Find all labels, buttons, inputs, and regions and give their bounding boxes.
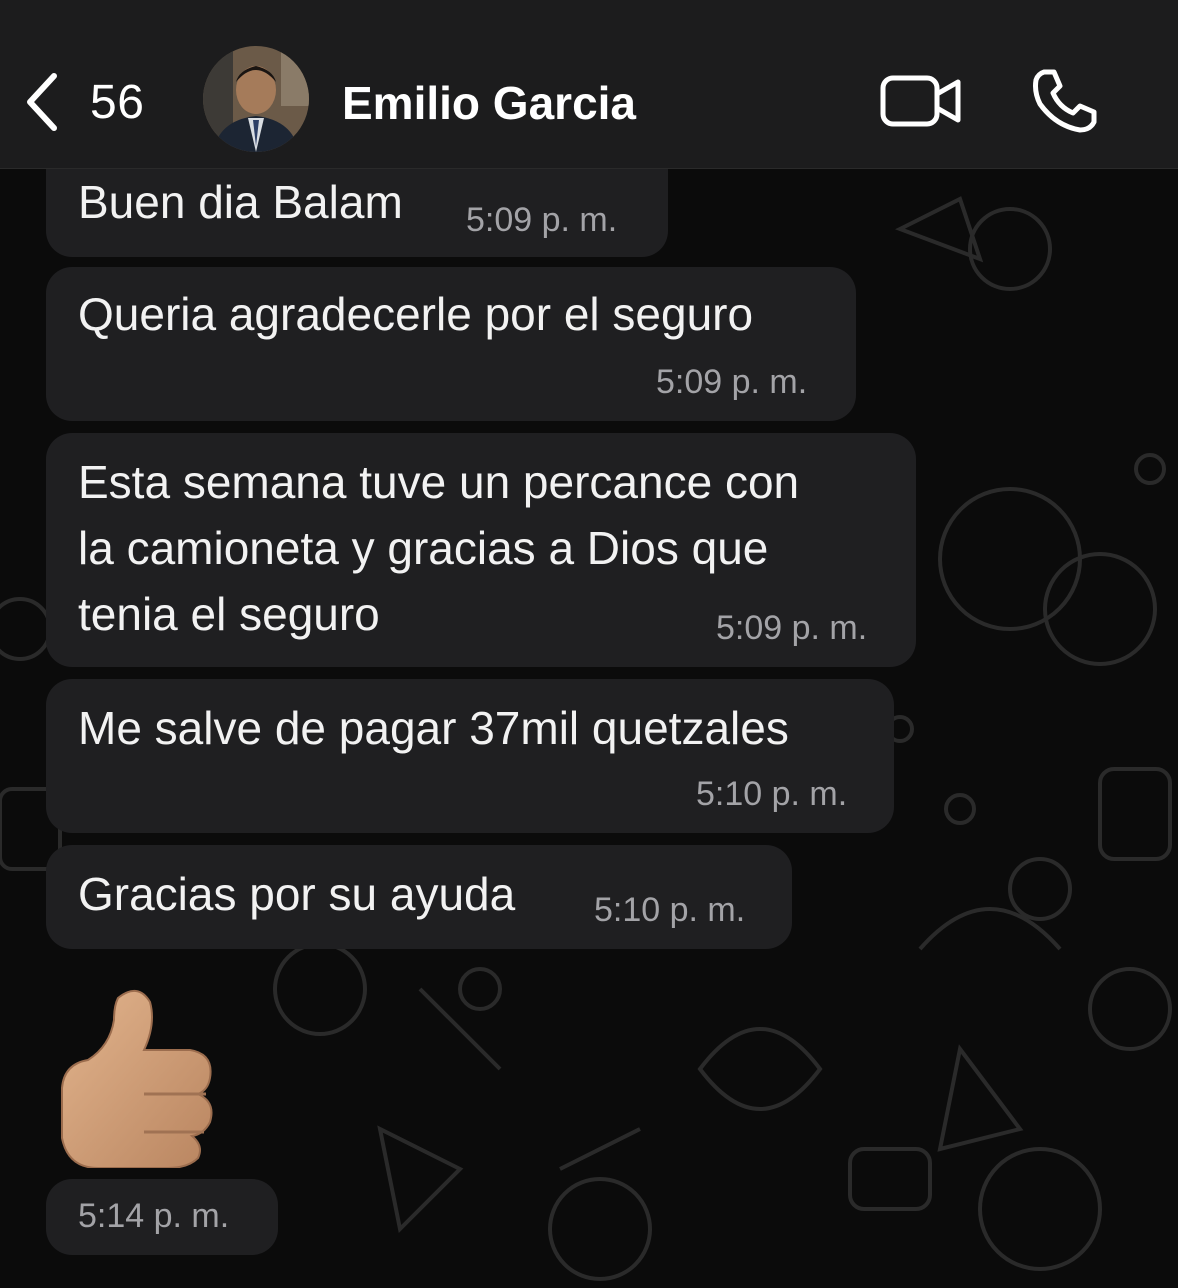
avatar-photo: [203, 46, 309, 152]
message-time: 5:10 p. m.: [594, 891, 746, 929]
message-bubble[interactable]: Queria agradecerle por el seguro 5:09 p.…: [46, 267, 856, 421]
video-call-button[interactable]: [880, 72, 962, 130]
message-time: 5:10 p. m.: [696, 775, 848, 813]
contact-avatar[interactable]: [203, 46, 309, 152]
contact-name[interactable]: Emilio Garcia: [342, 76, 636, 130]
message-bubble[interactable]: Gracias por su ayuda 5:10 p. m.: [46, 845, 792, 949]
thumbs-up-emoji[interactable]: [58, 984, 234, 1168]
message-text-line: Esta semana tuve un percance con: [78, 456, 800, 508]
chevron-left-icon: [27, 73, 57, 131]
message-time: 5:14 p. m.: [78, 1197, 230, 1235]
message-time: 5:09 p. m.: [716, 609, 868, 647]
message-bubble[interactable]: Buen dia Balam 5:09 p. m.: [46, 169, 668, 257]
message-time: 5:09 p. m.: [466, 201, 618, 239]
message-text-line: tenia el seguro: [78, 588, 380, 640]
message-time: 5:09 p. m.: [656, 363, 808, 401]
message-bubble[interactable]: 5:14 p. m.: [46, 1179, 278, 1255]
message-text: Buen dia Balam: [78, 176, 403, 228]
message-bubble[interactable]: Esta semana tuve un percance con la cami…: [46, 433, 916, 667]
message-text-line: la camioneta y gracias a Dios que: [78, 522, 769, 574]
chat-area[interactable]: Buen dia Balam 5:09 p. m. Queria agradec…: [0, 169, 1178, 1288]
message-bubble[interactable]: Me salve de pagar 37mil quetzales 5:10 p…: [46, 679, 894, 833]
chat-header: 56 Emilio Garcia: [0, 0, 1178, 169]
message-text: Gracias por su ayuda: [78, 868, 516, 920]
voice-call-button[interactable]: [1030, 66, 1100, 136]
unread-count: 56: [90, 75, 145, 129]
video-camera-icon: [880, 75, 961, 127]
message-text: Queria agradecerle por el seguro: [78, 288, 754, 340]
phone-icon: [1033, 69, 1097, 133]
back-button[interactable]: 56: [22, 70, 172, 134]
message-text: Me salve de pagar 37mil quetzales: [78, 702, 789, 754]
